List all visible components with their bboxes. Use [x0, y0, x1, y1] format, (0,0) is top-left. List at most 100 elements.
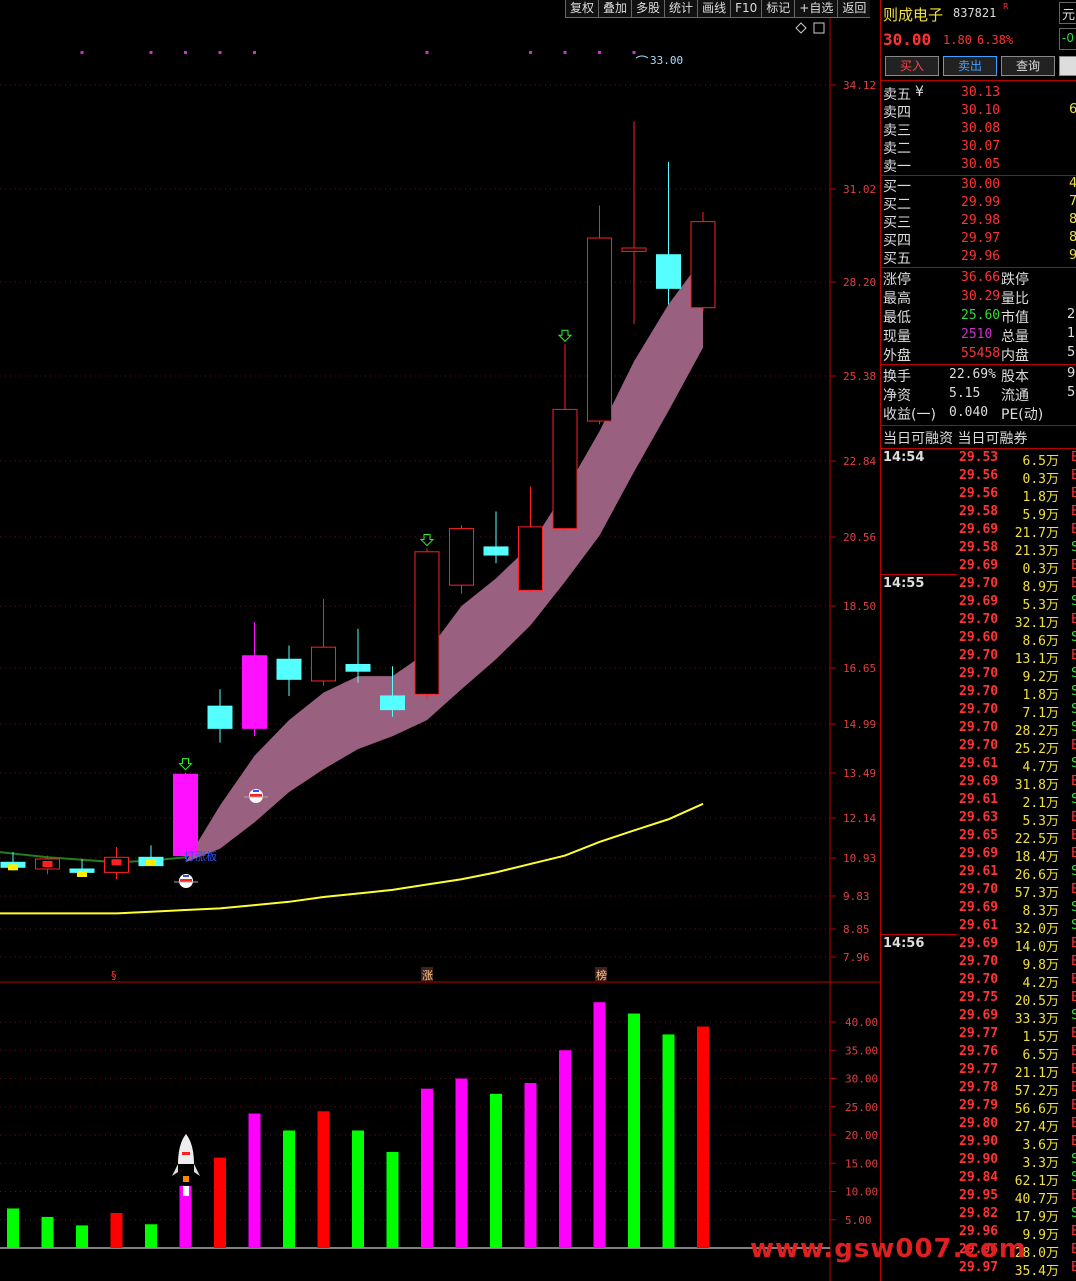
tick-time: 14:54 [883, 450, 925, 465]
price-tick-label: 25.38 [843, 370, 876, 383]
toolbar-item[interactable]: 多股 [631, 0, 665, 18]
tick-flag: B [1071, 882, 1076, 897]
fin-row: 净资 5.15 流通 56 [881, 385, 1076, 404]
bid-label: 买二 [883, 197, 911, 213]
candle-body [449, 528, 474, 586]
toolbar-item[interactable]: F10 [730, 0, 762, 18]
tick-volume: 0.3万 [1022, 472, 1059, 487]
tick-row: 29.80 27.4万 B [881, 1116, 1076, 1135]
more-button[interactable] [1059, 56, 1076, 76]
tick-volume: 1.8万 [1022, 490, 1059, 505]
tick-row: 29.56 1.8万 B [881, 486, 1076, 505]
tick-flag: B [1071, 558, 1076, 573]
signal-dot [563, 51, 567, 54]
ask-row[interactable]: 卖五 ¥30.13 [881, 84, 1076, 103]
bid-row[interactable]: 买一 30.00 4 [881, 176, 1076, 195]
toolbar-item[interactable]: 叠加 [598, 0, 632, 18]
price-tick-label: 18.50 [843, 600, 876, 613]
price-change-pct: 6.38% [977, 33, 1014, 47]
margin-row: 当日可融资 当日可融券 [881, 428, 1076, 447]
candle-marker [8, 864, 18, 871]
tick-volume: 9.8万 [1022, 958, 1059, 973]
candle-body [518, 526, 543, 591]
volume-bar [697, 1026, 709, 1248]
volume-bar [628, 1013, 640, 1248]
tick-row: 29.65 22.5万 B [881, 828, 1076, 847]
candle-marker [77, 870, 87, 877]
divider [881, 364, 1076, 365]
candle-body [587, 237, 612, 422]
bottom-marker: 涨 [422, 969, 433, 982]
sell-button[interactable]: 卖出 [943, 56, 997, 76]
volume-bar [352, 1130, 364, 1248]
tick-row: 29.58 21.3万 S [881, 540, 1076, 559]
toolbar-item[interactable]: 统计 [664, 0, 698, 18]
signal-dot [529, 51, 532, 54]
kline-chart-area[interactable]: 34.12 31.02 28.20 25.38 22.84 20.56 18.50 16.65… [0, 0, 880, 1281]
tick-flag: S [1071, 1170, 1076, 1185]
tick-flag: S [1071, 666, 1076, 681]
volume-tick-label: 25.00 [845, 1101, 878, 1114]
toolbar-item[interactable]: 标记 [761, 0, 795, 18]
tick-flag: B [1071, 990, 1076, 1005]
tick-volume: 57.2万 [1014, 1084, 1059, 1099]
bid-row[interactable]: 买三 29.98 8 [881, 212, 1076, 231]
signal-dot [253, 51, 256, 54]
bid-row[interactable]: 买四 29.97 8 [881, 230, 1076, 249]
tick-time-divider [881, 574, 957, 575]
tick-volume: 8.9万 [1022, 580, 1059, 595]
bid-row[interactable]: 买五 29.96 9 [881, 248, 1076, 267]
tick-time: 14:55 [883, 576, 925, 591]
tick-row: 29.84 62.1万 S [881, 1170, 1076, 1189]
tick-row: 29.95 40.7万 B [881, 1188, 1076, 1207]
tick-volume: 21.7万 [1014, 526, 1059, 541]
ask-price: 30.10 [961, 103, 1001, 118]
stock-name: 则成电子 [883, 6, 944, 24]
tick-flag: B [1071, 936, 1076, 951]
window-icon [813, 22, 825, 34]
corner-top[interactable]: 元 [1059, 2, 1076, 24]
kline-chart[interactable]: 34.12 31.02 28.20 25.38 22.84 20.56 18.50 16.65… [0, 0, 880, 1281]
candle-body [380, 695, 405, 711]
volume-tick-label: 40.00 [845, 1016, 878, 1029]
fin-value: 22.69% [949, 367, 996, 382]
volume-bar [662, 1034, 675, 1248]
candle-body [345, 663, 371, 672]
tick-row: 29.78 57.2万 B [881, 1080, 1076, 1099]
toolbar-item[interactable]: +自选 [794, 0, 838, 18]
buy-button[interactable]: 买入 [885, 56, 939, 76]
tick-flag: B [1071, 1062, 1076, 1077]
tick-flag: B [1071, 1224, 1076, 1239]
bid-price: 29.98 [961, 213, 1001, 228]
ask-row[interactable]: 卖四 30.10 6 [881, 102, 1076, 121]
bid-label: 买三 [883, 215, 911, 231]
tick-flag: S [1071, 594, 1076, 609]
candle-body [656, 254, 681, 289]
divider [881, 267, 1076, 268]
fin-label: 换手 [883, 369, 911, 385]
volume-bar [41, 1216, 54, 1248]
tick-flag: S [1071, 702, 1076, 717]
query-button[interactable]: 查询 [1001, 56, 1055, 76]
bid-row[interactable]: 买二 29.99 7 [881, 194, 1076, 213]
stat-label: 内盘 [1001, 348, 1029, 364]
toolbar-item[interactable]: 返回 [837, 0, 871, 18]
tick-volume: 9.2万 [1022, 670, 1059, 685]
tick-flag: B [1071, 450, 1076, 465]
volume-bar [248, 1113, 261, 1248]
badge-top [183, 875, 189, 877]
volume-bar [386, 1151, 399, 1248]
divider [881, 80, 1076, 81]
ask-row[interactable]: 卖一 30.05 [881, 156, 1076, 175]
candle-marker [42, 860, 53, 867]
toolbar-item[interactable]: 画线 [697, 0, 731, 18]
volume-tick-label: 35.00 [845, 1044, 878, 1057]
tick-flag: S [1071, 792, 1076, 807]
volume-bar [559, 1050, 571, 1248]
ask-label: 卖四 [883, 105, 911, 121]
ask-row[interactable]: 卖二 30.07 [881, 138, 1076, 157]
ask-row[interactable]: 卖三 30.08 [881, 120, 1076, 139]
stock-header: 则成电子 837821 R 元 [881, 0, 1076, 26]
volume-bar [110, 1212, 123, 1248]
toolbar-item[interactable]: 复权 [565, 0, 599, 18]
